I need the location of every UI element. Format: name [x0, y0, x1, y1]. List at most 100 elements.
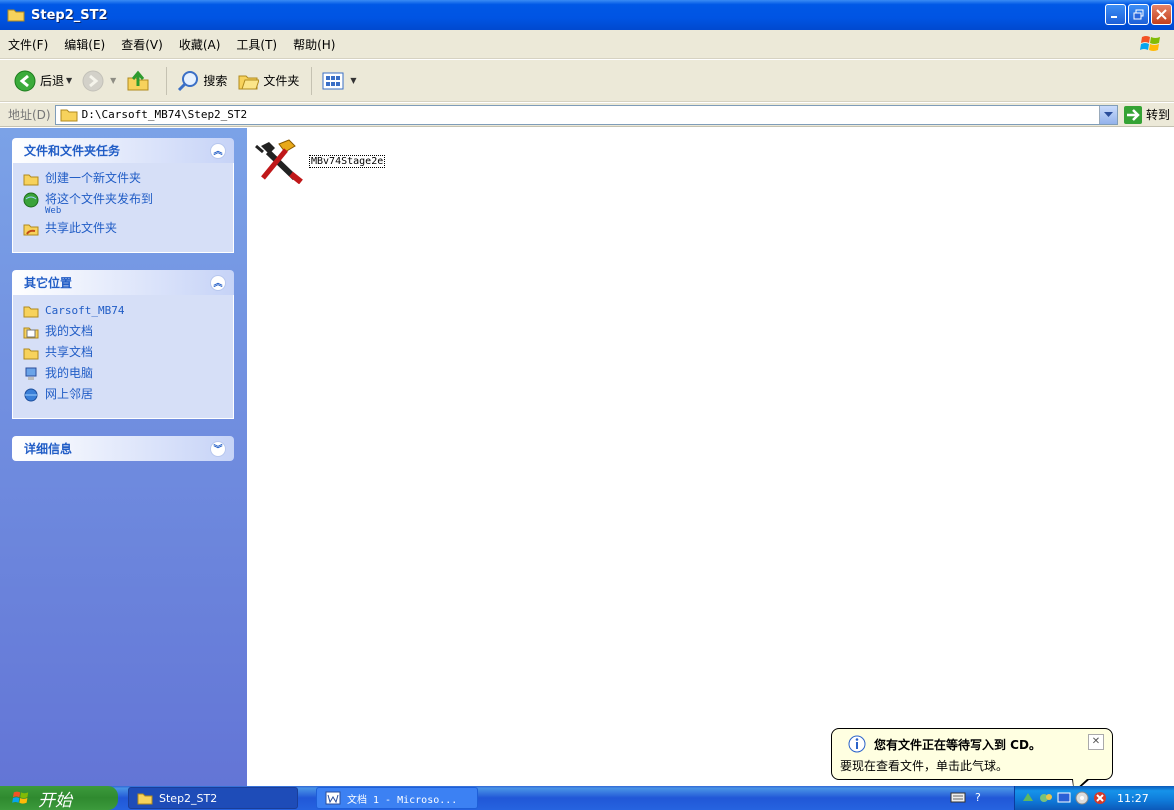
tray-network-icon[interactable]: [1039, 791, 1053, 805]
place-label: 我的文档: [45, 324, 94, 338]
views-button[interactable]: ▼: [318, 64, 360, 98]
file-name[interactable]: MBv74Stage2e: [309, 154, 386, 168]
folders-label: 文件夹: [263, 74, 300, 88]
details-header[interactable]: 详细信息 ︾: [12, 436, 234, 461]
place-label: Carsoft_MB74: [45, 304, 125, 317]
network-places-icon: [24, 388, 38, 402]
task-label: 共享此文件夹: [45, 221, 118, 235]
place-my-documents[interactable]: 我的文档: [23, 324, 223, 340]
cd-burn-notification-balloon[interactable]: 您有文件正在等待写入到 CD。 要现在查看文件，单击此气球。 ✕: [831, 728, 1113, 793]
balloon-close-button[interactable]: ✕: [1088, 734, 1104, 750]
taskbar-item-label: 文档 1 - Microso...: [347, 794, 458, 806]
minimize-button[interactable]: [1105, 4, 1126, 25]
search-label: 搜索: [203, 74, 228, 88]
back-label: 后退: [40, 74, 65, 88]
place-label: 共享文档: [45, 345, 94, 359]
menu-view[interactable]: 查看(V): [113, 36, 171, 53]
other-places-body: Carsoft_MB74 我的文档 共享文档 我的电脑 网上邻居: [12, 295, 234, 419]
setup-tools-icon: [255, 139, 303, 184]
views-icon: [322, 72, 344, 89]
task-new-folder[interactable]: 创建一个新文件夹: [23, 171, 223, 187]
task-label-sub: Web: [45, 206, 62, 216]
folder-icon: [60, 109, 78, 121]
other-places-group: 其它位置 ︽ Carsoft_MB74 我的文档 共享文档 我的电脑 网上邻居: [12, 270, 234, 419]
toolbar-separator: [311, 66, 313, 95]
place-carsoft-mb74[interactable]: Carsoft_MB74: [23, 303, 223, 319]
my-computer-icon: [25, 367, 37, 380]
file-folder-tasks-group: 文件和文件夹任务 ︽ 创建一个新文件夹 将这个文件夹发布到 Web 共享此文件夹: [12, 138, 234, 253]
menu-help[interactable]: 帮助(H): [285, 36, 343, 53]
back-button[interactable]: 后退 ▼: [10, 64, 76, 98]
expand-icon[interactable]: ︾: [210, 440, 226, 457]
tray-cd-burn-icon[interactable]: [1075, 791, 1089, 805]
tray-monitor-icon[interactable]: [1057, 791, 1071, 805]
file-list-area[interactable]: MBv74Stage2e: [247, 128, 1174, 786]
folders-button[interactable]: 文件夹: [233, 64, 303, 98]
task-pane: 文件和文件夹任务 ︽ 创建一个新文件夹 将这个文件夹发布到 Web 共享此文件夹: [0, 128, 247, 786]
chevron-down-icon[interactable]: ▼: [350, 76, 356, 85]
collapse-icon[interactable]: ︽: [210, 274, 226, 291]
group-title: 其它位置: [24, 276, 73, 290]
place-network-places[interactable]: 网上邻居: [23, 387, 223, 403]
forward-button[interactable]: ▼: [78, 64, 120, 98]
close-button[interactable]: [1151, 4, 1172, 25]
menu-edit[interactable]: 编辑(E): [56, 36, 113, 53]
chevron-down-icon[interactable]: ▼: [110, 76, 116, 85]
taskbar-item-label: Step2_ST2: [159, 791, 218, 805]
other-places-header[interactable]: 其它位置 ︽: [12, 270, 234, 295]
title-bar[interactable]: Step2_ST2: [0, 0, 1174, 30]
chevron-down-icon[interactable]: ▼: [66, 76, 72, 85]
ime-help-icon: ?: [975, 791, 981, 804]
go-button[interactable]: 转到: [1118, 105, 1174, 124]
restore-button[interactable]: [1128, 4, 1149, 25]
clock[interactable]: 11:27: [1117, 792, 1149, 805]
file-folder-tasks-header[interactable]: 文件和文件夹任务 ︽: [12, 138, 234, 163]
address-input[interactable]: D:\Carsoft_MB74\Step2_ST2: [54, 104, 1118, 125]
start-button[interactable]: 开始: [0, 786, 118, 810]
system-tray: 11:27: [1014, 786, 1174, 810]
restore-icon: [1133, 9, 1144, 20]
task-label: 创建一个新文件夹: [45, 171, 142, 185]
place-my-computer[interactable]: 我的电脑: [23, 366, 223, 382]
balloon-text: 要现在查看文件，单击此气球。: [840, 759, 1009, 773]
info-icon: [848, 735, 866, 753]
up-folder-icon: [127, 70, 149, 90]
toolbar-separator: [166, 66, 168, 95]
menu-tools[interactable]: 工具(T): [228, 36, 285, 53]
tray-security-icon[interactable]: [1093, 791, 1107, 805]
search-icon: [178, 70, 199, 91]
chevron-down-icon: [1103, 111, 1113, 117]
taskbar-item-explorer[interactable]: Step2_ST2: [128, 787, 298, 809]
folder-icon: [23, 306, 39, 318]
task-publish-web[interactable]: 将这个文件夹发布到 Web: [23, 192, 223, 216]
address-value: D:\Carsoft_MB74\Step2_ST2: [81, 108, 248, 121]
search-button[interactable]: 搜索: [173, 64, 231, 98]
place-label: 网上邻居: [45, 387, 94, 401]
menu-favorites[interactable]: 收藏(A): [171, 36, 229, 53]
details-group: 详细信息 ︾: [12, 436, 234, 461]
folder-icon: [7, 9, 25, 22]
my-documents-icon: [23, 327, 39, 339]
up-folder-button[interactable]: [122, 64, 158, 98]
file-item[interactable]: MBv74Stage2e: [253, 138, 386, 184]
language-bar[interactable]: ?: [950, 790, 984, 804]
group-title: 详细信息: [24, 442, 73, 456]
collapse-icon[interactable]: ︽: [210, 142, 226, 159]
tray-app-icon[interactable]: [1021, 791, 1035, 805]
place-shared-documents[interactable]: 共享文档: [23, 345, 223, 361]
menu-file[interactable]: 文件(F): [0, 36, 56, 53]
address-dropdown-button[interactable]: [1098, 105, 1117, 124]
taskbar-item-word[interactable]: 文档 1 - Microso...: [316, 787, 478, 809]
folders-icon: [238, 75, 260, 89]
taskbar: 开始 Step2_ST2 文档 1 - Microso... ? 11:27: [0, 786, 1174, 810]
task-label: 将这个文件夹发布到 Web: [45, 192, 153, 216]
shared-documents-icon: [23, 348, 39, 360]
windows-logo-icon: [12, 791, 29, 804]
folder-icon: [137, 793, 153, 804]
task-share-folder[interactable]: 共享此文件夹: [23, 221, 223, 237]
keyboard-icon: [950, 792, 966, 803]
back-arrow-icon: [14, 70, 36, 91]
place-label: 我的电脑: [45, 366, 94, 380]
address-bar: 地址(D) D:\Carsoft_MB74\Step2_ST2 转到: [0, 103, 1174, 127]
go-label: 转到: [1145, 108, 1170, 122]
